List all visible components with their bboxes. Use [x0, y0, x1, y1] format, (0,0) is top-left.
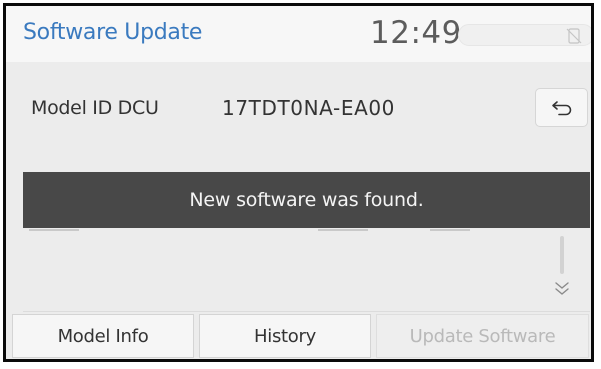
divider — [23, 311, 590, 312]
page-title: Software Update — [23, 20, 203, 45]
update-software-button[interactable]: Update Software — [376, 314, 589, 358]
back-arrow-icon — [551, 100, 571, 115]
model-id-label: Model ID DCU — [31, 97, 159, 119]
model-id-row: Model ID DCU 17TDT0NA-EA00 — [6, 62, 591, 146]
model-info-button[interactable]: Model Info — [12, 314, 194, 358]
model-id-value: 17TDT0NA-EA00 — [222, 96, 395, 120]
double-chevron-down-icon[interactable] — [551, 278, 573, 300]
history-button[interactable]: History — [199, 314, 371, 358]
software-update-screen: Software Update 12:49 Model ID DCU 17TDT… — [3, 3, 594, 362]
list-item-remnant — [29, 229, 79, 231]
back-button[interactable] — [535, 88, 588, 127]
phone-disabled-icon — [566, 28, 582, 44]
scrollbar[interactable] — [560, 236, 564, 274]
notification-banner: New software was found. — [23, 172, 590, 228]
list-item-remnant — [318, 229, 368, 231]
header-bar: Software Update 12:49 — [6, 6, 591, 62]
clock: 12:49 — [370, 15, 462, 51]
banner-message: New software was found. — [189, 189, 424, 211]
list-item-remnant — [430, 229, 470, 231]
